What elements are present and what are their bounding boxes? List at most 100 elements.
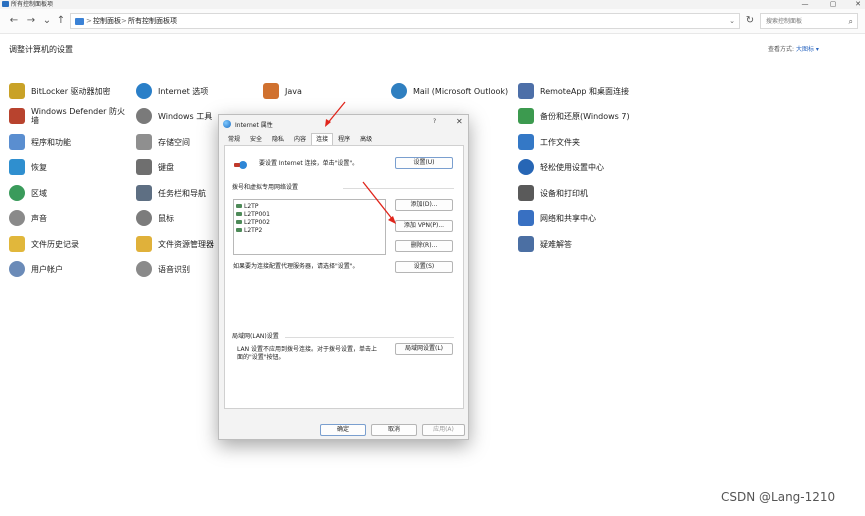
ease-of-access-icon (518, 159, 534, 175)
settings-button[interactable]: 设置(S) (395, 261, 453, 273)
item-network-sharing[interactable]: 网络和共享中心 (518, 209, 596, 227)
item-label: 轻松使用设置中心 (540, 162, 604, 172)
internet-globe-icon (223, 120, 231, 128)
item-remoteapp[interactable]: RemoteApp 和桌面连接 (518, 82, 629, 100)
file-explorer-icon (136, 236, 152, 252)
list-item[interactable]: L2TP001 (236, 210, 270, 218)
search-input[interactable]: 搜索控制面板 ⌕ (760, 13, 858, 29)
item-bitlocker[interactable]: BitLocker 驱动器加密 (9, 82, 111, 100)
mail-icon (391, 83, 407, 99)
ok-button[interactable]: 确定 (320, 424, 366, 436)
item-sound[interactable]: 声音 (9, 209, 47, 227)
up-arrow-icon[interactable]: ↑ (55, 15, 67, 27)
connection-icon (236, 220, 242, 224)
list-item[interactable]: L2TP2 (236, 226, 262, 234)
item-region[interactable]: 区域 (9, 184, 47, 202)
connection-name: L2TP002 (244, 218, 270, 226)
item-label: 键盘 (158, 162, 174, 172)
item-mouse[interactable]: 鼠标 (136, 209, 174, 227)
item-label: 区域 (31, 188, 47, 198)
printer-icon (518, 185, 534, 201)
tab-connections[interactable]: 连接 (311, 133, 334, 145)
item-label: 程序和功能 (31, 137, 71, 147)
close-button[interactable]: ✕ (843, 0, 865, 9)
tab-security[interactable]: 安全 (245, 133, 267, 145)
breadcrumb-separator[interactable]: > (121, 14, 127, 29)
item-troubleshooting[interactable]: 疑难解答 (518, 235, 572, 253)
network-icon (518, 210, 534, 226)
breadcrumb-control-panel[interactable]: 控制面板 (93, 14, 121, 29)
forward-arrow-icon[interactable]: → (25, 15, 37, 27)
item-speech-recognition[interactable]: 语音识别 (136, 260, 190, 278)
minimize-button[interactable]: — (790, 0, 820, 9)
item-label: RemoteApp 和桌面连接 (540, 86, 630, 96)
group-divider (343, 188, 454, 189)
lan-settings-button[interactable]: 局域网设置(L) (395, 343, 453, 355)
troubleshoot-icon (518, 236, 534, 252)
list-item[interactable]: L2TP002 (236, 218, 270, 226)
item-taskbar[interactable]: 任务栏和导航 (136, 184, 206, 202)
add-button[interactable]: 添加(D)... (395, 199, 453, 211)
address-bar[interactable]: > 控制面板 > 所有控制面板项 ⌄ (70, 13, 740, 29)
internet-properties-dialog: Internet 属性 ? ✕ 常规 安全 隐私 内容 连接 程序 高级 要设置… (218, 114, 469, 440)
tab-programs[interactable]: 程序 (333, 133, 355, 145)
item-java[interactable]: Java (263, 82, 302, 100)
page-title: 调整计算机的设置 (9, 45, 73, 54)
item-keyboard[interactable]: 键盘 (136, 158, 174, 176)
item-backup[interactable]: 备份和还原(Windows 7) (518, 107, 630, 125)
item-label: 文件资源管理器 (158, 239, 214, 249)
cancel-button[interactable]: 取消 (371, 424, 417, 436)
address-row: ← → ⌄ ↑ > 控制面板 > 所有控制面板项 ⌄ ↻ 搜索控制面板 ⌕ (0, 9, 865, 34)
item-label: 疑难解答 (540, 239, 572, 249)
item-firewall[interactable]: Windows Defender 防火墙 (9, 107, 129, 125)
address-dropdown-icon[interactable]: ⌄ (729, 14, 735, 29)
back-arrow-icon[interactable]: ← (8, 15, 20, 27)
item-label: Windows 工具 (158, 111, 213, 121)
dialog-help-icon[interactable]: ? (433, 118, 436, 125)
refresh-icon[interactable]: ↻ (744, 15, 756, 27)
tab-privacy[interactable]: 隐私 (267, 133, 289, 145)
breadcrumb-all-items[interactable]: 所有控制面板项 (128, 14, 177, 29)
item-user-accounts[interactable]: 用户帐户 (9, 260, 63, 278)
item-ease-of-access[interactable]: 轻松使用设置中心 (518, 158, 604, 176)
item-mail[interactable]: Mail (Microsoft Outlook) (391, 82, 508, 100)
remove-button[interactable]: 删除(R)... (395, 240, 453, 252)
dialog-close-icon[interactable]: ✕ (456, 117, 463, 126)
item-label: 网络和共享中心 (540, 213, 596, 223)
tab-advanced[interactable]: 高级 (355, 133, 377, 145)
vpn-connection-list[interactable]: L2TP L2TP001 L2TP002 L2TP2 (233, 199, 386, 255)
item-label: 声音 (31, 213, 47, 223)
add-vpn-button[interactable]: 添加 VPN(P)... (395, 220, 453, 232)
dialog-title: Internet 属性 (235, 121, 273, 129)
item-storage-spaces[interactable]: 存储空间 (136, 133, 190, 151)
breadcrumb-separator[interactable]: > (86, 14, 92, 29)
programs-icon (9, 134, 25, 150)
recent-locations-chevron-icon[interactable]: ⌄ (41, 15, 53, 27)
item-label: 任务栏和导航 (158, 188, 206, 198)
item-label: 用户帐户 (31, 264, 63, 274)
item-windows-tools[interactable]: Windows 工具 (136, 107, 212, 125)
lan-group-label: 局域网(LAN)设置 (232, 333, 279, 340)
item-file-explorer[interactable]: 文件资源管理器 (136, 235, 214, 253)
view-by-label: 查看方式: (768, 46, 795, 53)
item-devices-printers[interactable]: 设备和打印机 (518, 184, 588, 202)
item-label: Mail (Microsoft Outlook) (413, 86, 509, 96)
dialup-group-label: 拨号和虚拟专用网络设置 (232, 184, 299, 191)
tab-content[interactable]: 内容 (289, 133, 311, 145)
setup-button[interactable]: 设置(U) (395, 157, 453, 169)
item-programs[interactable]: 程序和功能 (9, 133, 71, 151)
connection-name: L2TP (244, 202, 259, 210)
firewall-icon (9, 108, 25, 124)
item-file-history[interactable]: 文件历史记录 (9, 235, 79, 253)
connection-setup-icon (234, 161, 247, 169)
list-item[interactable]: L2TP (236, 202, 258, 210)
internet-options-icon (136, 83, 152, 99)
tab-general[interactable]: 常规 (223, 133, 245, 145)
connection-name: L2TP001 (244, 210, 270, 218)
view-by-selector[interactable]: 大图标 ▾ (796, 46, 819, 53)
item-internet-options[interactable]: Internet 选项 (136, 82, 208, 100)
search-icon[interactable]: ⌕ (849, 14, 853, 29)
item-recovery[interactable]: 恢复 (9, 158, 47, 176)
item-work-folders[interactable]: 工作文件夹 (518, 133, 580, 151)
apply-button[interactable]: 应用(A) (422, 424, 465, 436)
